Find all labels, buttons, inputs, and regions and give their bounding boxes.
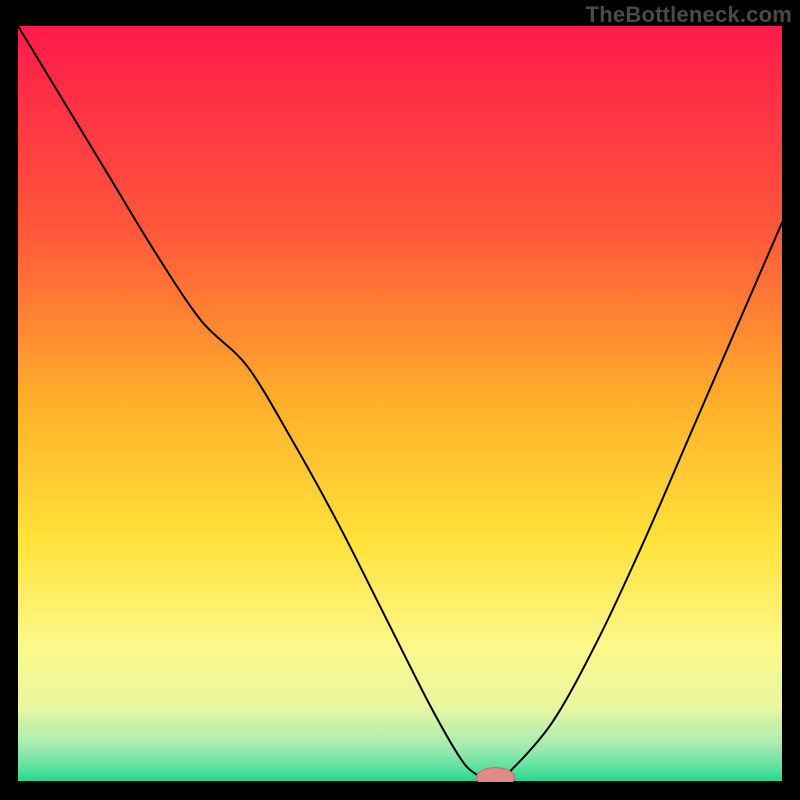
watermark-text: TheBottleneck.com	[586, 2, 792, 28]
chart-svg	[18, 26, 782, 782]
gradient-background	[18, 26, 782, 782]
chart-frame: TheBottleneck.com	[0, 0, 800, 800]
plot-area	[18, 26, 782, 782]
